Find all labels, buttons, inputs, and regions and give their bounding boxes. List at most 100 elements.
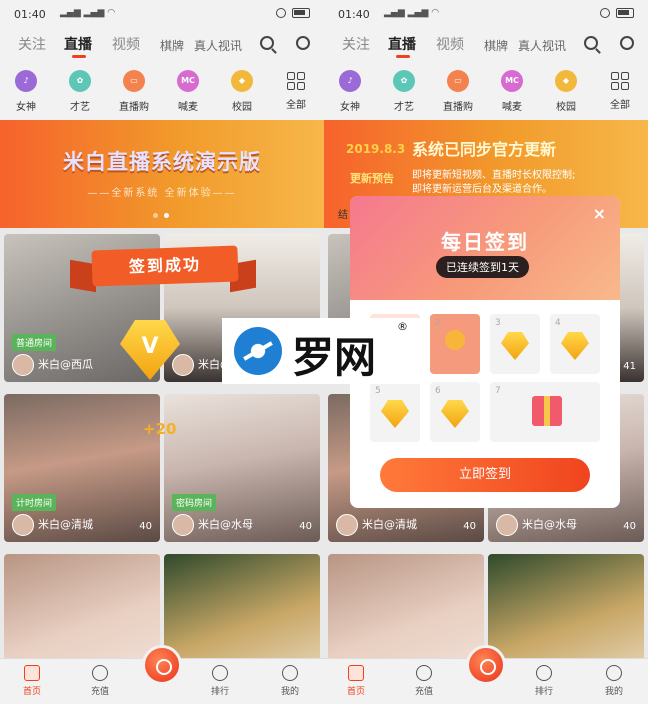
dialog-title: 每日签到 <box>441 230 529 254</box>
banner-dots <box>150 203 172 222</box>
banner-line: 即将更新运营后台及渠道合作。 <box>412 184 552 195</box>
promo-banner[interactable]: 米白直播系统演示版 ——全新系统 全新体验—— <box>0 120 324 228</box>
signin-now-button[interactable]: 立即签到 <box>380 458 590 492</box>
tab-recharge[interactable]: 充值 <box>80 665 120 697</box>
message-icon[interactable] <box>296 36 310 50</box>
signin-success-ribbon: 签到成功 <box>91 245 239 287</box>
dialog-header: 每日签到 已连续签到1天 × <box>350 196 620 300</box>
tab-live-casino[interactable]: 真人视讯 <box>194 37 242 54</box>
tab-me[interactable]: 我的 <box>270 665 310 697</box>
recharge-icon <box>92 665 108 681</box>
category-all[interactable]: 全部 <box>271 70 321 111</box>
viewer-count: 40 <box>139 521 152 532</box>
room-card[interactable]: 计时房间 米白@清城 40 <box>4 394 160 542</box>
category-row: ♪ 女神 ✿ 才艺 ▭ 直播购 MC 喊麦 ◆ 校园 全部 <box>0 62 324 120</box>
category-all[interactable]: 全部 <box>595 70 645 111</box>
category-talent[interactable]: ✿ 才艺 <box>379 70 429 113</box>
avatar <box>12 354 34 376</box>
trophy-icon <box>536 665 552 681</box>
search-icon[interactable] <box>260 36 274 50</box>
tab-home[interactable]: 首页 <box>12 665 52 697</box>
shop-icon: ▭ <box>123 70 145 92</box>
room-badge: 密码房间 <box>172 494 217 511</box>
battery-icon <box>616 8 634 18</box>
points-reward: +20 <box>143 420 177 438</box>
category-mc[interactable]: MC 喊麦 <box>163 70 213 113</box>
registered-mark: ® <box>397 320 408 333</box>
viewer-count: 41 <box>623 361 636 372</box>
room-card[interactable]: 密码房间 米白@水母 40 <box>164 394 320 542</box>
tab-chess[interactable]: 棋牌 <box>160 37 184 54</box>
trophy-icon <box>212 665 228 681</box>
tab-home[interactable]: 首页 <box>336 665 376 697</box>
start-live-button[interactable] <box>142 645 182 685</box>
tab-recharge[interactable]: 充值 <box>404 665 444 697</box>
room-name: 米白@水母 <box>198 518 253 531</box>
tab-live-underline <box>396 55 410 58</box>
tab-follow[interactable]: 关注 <box>18 34 46 54</box>
dnd-icon <box>600 8 610 18</box>
home-icon <box>348 665 364 681</box>
status-bar: 01:40 ▂▄▆ ▂▄▆ ◠ <box>0 0 324 28</box>
banner-subtitle: ——全新系统 全新体验—— <box>87 188 237 199</box>
viewer-count: 40 <box>623 521 636 532</box>
goddess-icon: ♪ <box>339 70 361 92</box>
grid-icon <box>287 72 305 90</box>
avatar <box>172 514 194 536</box>
shop-icon: ▭ <box>447 70 469 92</box>
tab-rank[interactable]: 排行 <box>524 665 564 697</box>
mc-icon: MC <box>177 70 199 92</box>
day-7-cell: 7 <box>490 382 600 442</box>
day-5-cell: 5 <box>370 382 420 442</box>
tab-live-casino[interactable]: 真人视讯 <box>518 37 566 54</box>
signal-icon: ▂▄▆ ▂▄▆ ◠ <box>60 8 116 18</box>
talent-icon: ✿ <box>69 70 91 92</box>
category-talent[interactable]: ✿ 才艺 <box>55 70 105 113</box>
room-name: 米白@西瓜 <box>38 358 93 371</box>
profile-icon <box>282 665 298 681</box>
message-icon[interactable] <box>620 36 634 50</box>
recharge-icon <box>416 665 432 681</box>
watermark-text: 罗网 <box>292 333 377 382</box>
category-goddess[interactable]: ♪ 女神 <box>325 70 375 113</box>
category-campus[interactable]: ◆ 校园 <box>217 70 267 113</box>
status-bar: 01:40 ▂▄▆ ▂▄▆ ◠ <box>324 0 648 28</box>
start-live-button[interactable] <box>466 645 506 685</box>
tab-follow[interactable]: 关注 <box>342 34 370 54</box>
category-live-shop[interactable]: ▭ 直播购 <box>109 70 159 113</box>
dnd-icon <box>276 8 286 18</box>
tab-me[interactable]: 我的 <box>594 665 634 697</box>
tab-chess[interactable]: 棋牌 <box>484 37 508 54</box>
banner-title: 米白直播系统演示版 <box>63 150 261 174</box>
home-icon <box>24 665 40 681</box>
avatar <box>336 514 358 536</box>
status-time: 01:40 <box>338 8 370 21</box>
talent-icon: ✿ <box>393 70 415 92</box>
category-row: ♪ 女神 ✿ 才艺 ▭ 直播购 MC 喊麦 ◆ 校园 全部 <box>324 62 648 120</box>
profile-icon <box>606 665 622 681</box>
signal-icon: ▂▄▆ ▂▄▆ ◠ <box>384 8 440 18</box>
category-goddess[interactable]: ♪ 女神 <box>1 70 51 113</box>
globe-logo-icon <box>234 327 282 375</box>
tab-video[interactable]: 视频 <box>112 34 140 54</box>
avatar <box>496 514 518 536</box>
category-live-shop[interactable]: ▭ 直播购 <box>433 70 483 113</box>
tab-live[interactable]: 直播 <box>388 34 416 54</box>
viewer-count: 40 <box>299 521 312 532</box>
close-icon[interactable]: × <box>593 204 606 223</box>
search-icon[interactable] <box>584 36 598 50</box>
banner-label: 更新预告 <box>350 172 394 185</box>
category-mc[interactable]: MC 喊麦 <box>487 70 537 113</box>
tab-video[interactable]: 视频 <box>436 34 464 54</box>
mc-icon: MC <box>501 70 523 92</box>
gift-icon <box>532 396 562 426</box>
tab-live[interactable]: 直播 <box>64 34 92 54</box>
tab-rank[interactable]: 排行 <box>200 665 240 697</box>
category-campus[interactable]: ◆ 校园 <box>541 70 591 113</box>
bottom-tabbar: 首页 充值 排行 我的 <box>324 645 648 704</box>
watermark-logo: 罗网 ® <box>222 318 422 384</box>
check-icon <box>445 330 465 350</box>
gem-icon <box>561 332 589 360</box>
campus-icon: ◆ <box>555 70 577 92</box>
banner-cut-text: 结 <box>338 210 348 221</box>
